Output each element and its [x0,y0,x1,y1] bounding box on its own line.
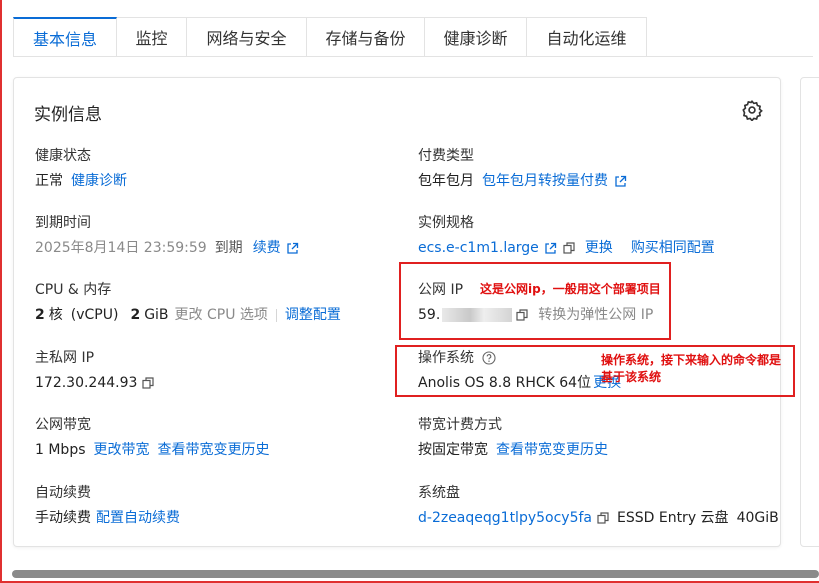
field-expire: 到期时间 2025年8月14日 23:59:59 到期 续费 [35,213,299,258]
field-system-disk: 系统盘 d-2zeaqeqg1tlpy5ocy5fa ESSD Entry 云盘… [418,483,779,528]
billing-value: 包年包月 [418,173,474,189]
auto-renew-value: 手动续费 [35,510,91,526]
billing-label: 付费类型 [418,148,474,164]
tab-network-security[interactable]: 网络与安全 [187,17,307,57]
spec-label: 实例规格 [418,215,474,231]
field-instance-spec: 实例规格 ecs.e-c1m1.large 更换 购买相同配置 [418,213,715,258]
card-title: 实例信息 [34,105,102,125]
cpu-label: CPU & 内存 [35,282,112,298]
memory-num: 2 [130,307,141,323]
field-auto-renew: 自动续费 手动续费 配置自动续费 [35,483,180,528]
expire-status: 到期 [214,240,243,256]
side-card [800,77,819,547]
copy-icon[interactable] [516,309,528,321]
health-label: 健康状态 [35,148,91,164]
os-value: Anolis OS 8.8 RHCK 64位 [418,375,592,391]
field-bandwidth: 公网带宽 1 Mbps 更改带宽 查看带宽变更历史 [35,415,270,460]
redacted-ip [442,308,513,322]
expire-label: 到期时间 [35,215,91,231]
external-link-icon[interactable] [544,242,557,255]
disk-id-link[interactable]: d-2zeaqeqg1tlpy5ocy5fa [418,508,592,528]
horizontal-scrollbar[interactable] [12,570,819,578]
os-annotation-line2: 基于该系统 [601,370,662,384]
memory-unit: GiB [144,307,169,323]
disk-type: ESSD Entry 云盘 [617,510,729,526]
external-link-icon[interactable] [286,242,299,255]
public-ip-value: 59. [418,307,441,323]
divider [275,308,277,322]
adjust-config-link[interactable]: 调整配置 [285,305,341,325]
expire-value: 2025年8月14日 23:59:59 [35,240,207,256]
change-cpu-option: 更改 CPU 选项 [174,307,268,323]
copy-icon[interactable] [563,242,575,254]
tab-automation-ops[interactable]: 自动化运维 [527,17,647,57]
auto-renew-label: 自动续费 [35,485,91,501]
copy-icon[interactable] [597,512,609,524]
external-link-icon[interactable] [614,175,627,188]
bandwidth-history-link[interactable]: 查看带宽变更历史 [158,440,270,460]
bandwidth-value: 1 Mbps [35,442,86,458]
disk-label: 系统盘 [418,485,460,501]
config-auto-renew-link[interactable]: 配置自动续费 [96,508,180,528]
tab-divider [13,56,813,57]
gear-icon[interactable] [741,99,763,121]
spec-value-link[interactable]: ecs.e-c1m1.large [418,238,539,258]
public-ip-annotation: 这是公网ip，一般用这个部署项目 [480,282,661,296]
tab-health-diagnosis[interactable]: 健康诊断 [425,17,527,57]
convert-billing-link[interactable]: 包年包月转按量付费 [482,171,608,191]
instance-info-card: 实例信息 健康状态 正常 健康诊断 到期时间 2025年8月14日 23:59:… [13,77,781,547]
private-ip-label: 主私网 IP [35,350,95,366]
field-bandwidth-billing: 带宽计费方式 按固定带宽 查看带宽变更历史 [418,415,608,460]
bw-billing-history-link[interactable]: 查看带宽变更历史 [496,440,608,460]
buy-same-config-link[interactable]: 购买相同配置 [631,238,715,258]
bw-billing-label: 带宽计费方式 [418,417,502,433]
cpu-cores-num: 2 [35,307,45,323]
field-health: 健康状态 正常 健康诊断 [35,146,127,191]
tab-storage-backup[interactable]: 存储与备份 [307,17,425,57]
bandwidth-label: 公网带宽 [35,417,91,433]
field-cpu-memory: CPU & 内存 2 核 (vCPU) 2 GiB 更改 CPU 选项 调整配置 [35,280,341,325]
tab-monitor[interactable]: 监控 [117,17,187,57]
health-value: 正常 [35,173,63,189]
os-annotation-line1: 操作系统，接下来输入的命令都是 [601,353,782,367]
cpu-vcpu: (vCPU) [70,307,119,323]
question-circle-icon[interactable] [482,351,496,365]
copy-icon[interactable] [142,377,155,389]
renew-link[interactable]: 续费 [253,238,281,258]
change-spec-link[interactable]: 更换 [585,238,613,258]
field-billing-type: 付费类型 包年包月 包年包月转按量付费 [418,146,627,191]
health-diagnosis-link[interactable]: 健康诊断 [71,171,127,191]
os-label: 操作系统 [418,350,474,366]
tab-basic-info[interactable]: 基本信息 [13,17,117,57]
field-private-ip: 主私网 IP 172.30.244.93 [35,348,155,393]
tab-bar: 基本信息 监控 网络与安全 存储与备份 健康诊断 自动化运维 [13,17,647,57]
bw-billing-value: 按固定带宽 [418,442,488,458]
cpu-cores-unit: 核 [48,307,63,323]
change-bandwidth-link[interactable]: 更改带宽 [94,440,150,460]
field-os: 操作系统 Anolis OS 8.8 RHCK 64位 更换 [418,348,621,393]
disk-size: 40GiB [736,510,779,526]
convert-eip-text: 转换为弹性公网 IP [538,307,654,323]
private-ip-value: 172.30.244.93 [35,375,138,391]
